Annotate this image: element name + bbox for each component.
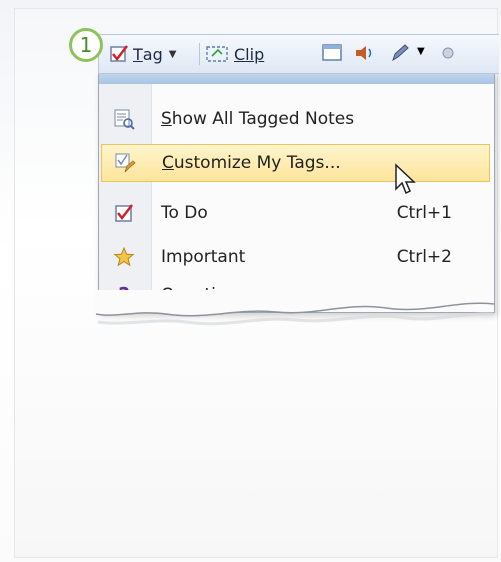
step-number: 1 bbox=[79, 33, 93, 57]
menu-item-label: Customize My Tags... bbox=[162, 153, 341, 173]
chevron-down-icon[interactable]: ▼ bbox=[417, 46, 425, 57]
step-number-badge: 1 bbox=[69, 28, 103, 62]
tagged-notes-icon bbox=[114, 109, 135, 130]
checkbox-icon bbox=[115, 204, 133, 222]
toolbar: Tag ▼ Clip ▼ bbox=[98, 34, 499, 74]
menu-item-customize-my-tags[interactable]: Customize My Tags... bbox=[101, 144, 490, 182]
checkbox-icon bbox=[110, 45, 128, 62]
menu-item-show-all-tagged-notes[interactable]: Show All Tagged Notes bbox=[101, 100, 490, 138]
chevron-down-icon[interactable]: ▼ bbox=[169, 49, 177, 60]
tag-dropdown-menu: Show All Tagged Notes Customize My Tags.… bbox=[98, 72, 495, 313]
tag-label: Tag bbox=[133, 44, 163, 64]
menu-item-shortcut: Ctrl+2 bbox=[396, 247, 452, 267]
menu-item-important[interactable]: Important Ctrl+2 bbox=[101, 238, 490, 276]
menu-item-to-do[interactable]: To Do Ctrl+1 bbox=[101, 194, 490, 232]
star-icon bbox=[113, 246, 135, 267]
menu-item-label: To Do bbox=[161, 203, 208, 223]
mouse-cursor-icon bbox=[395, 163, 416, 195]
pen-icon[interactable] bbox=[389, 43, 411, 63]
customize-tags-icon bbox=[115, 153, 136, 173]
menu-item-shortcut: Ctrl+1 bbox=[396, 203, 452, 223]
more-icon[interactable] bbox=[441, 43, 455, 63]
window-icon[interactable] bbox=[321, 43, 343, 63]
audio-icon[interactable] bbox=[353, 43, 375, 63]
clip-label: Clip bbox=[234, 44, 265, 64]
toolbar-separator bbox=[199, 43, 200, 65]
screen-clip-icon bbox=[206, 46, 228, 62]
torn-paper-edge bbox=[96, 290, 495, 326]
tag-button[interactable]: Tag ▼ bbox=[109, 41, 176, 67]
menu-item-label: Show All Tagged Notes bbox=[161, 109, 355, 129]
clip-button[interactable]: Clip bbox=[206, 41, 264, 67]
menu-item-label: Important bbox=[161, 247, 246, 267]
